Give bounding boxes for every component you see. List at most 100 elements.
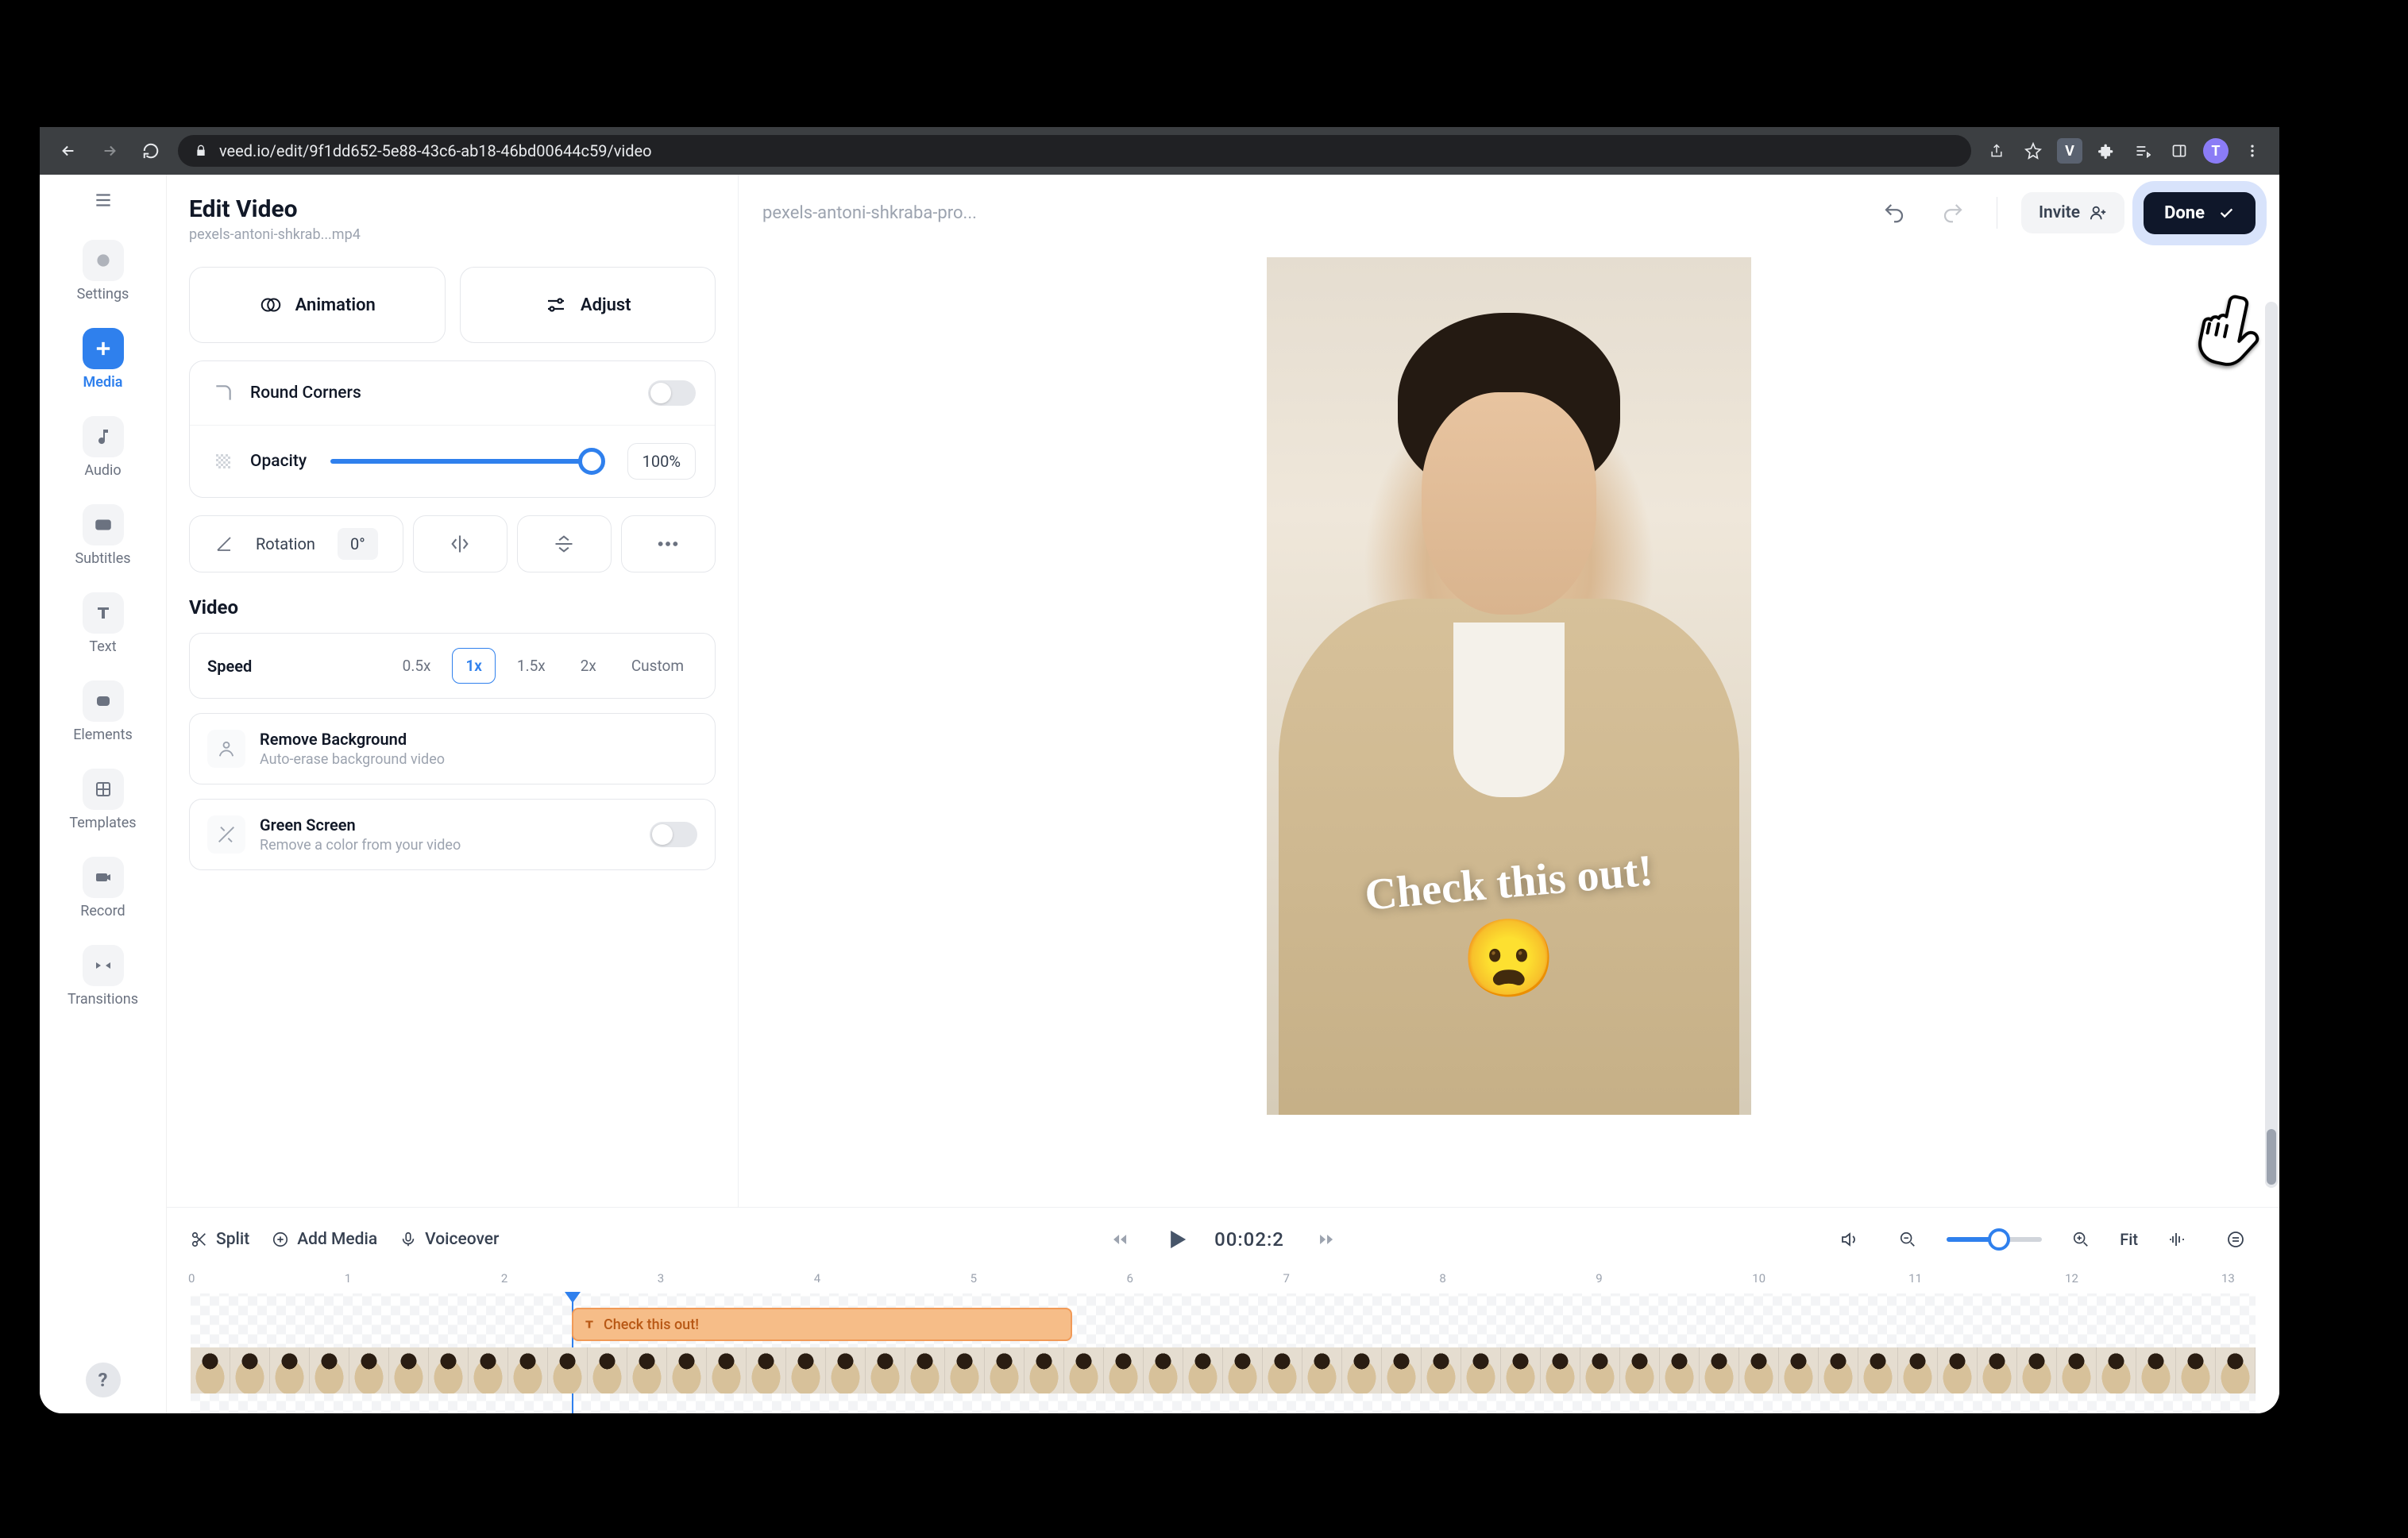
sidebar-item-elements[interactable]: Elements [40,676,166,753]
sidebar-item-templates[interactable]: Templates [40,764,166,841]
zoom-slider[interactable] [1947,1237,2042,1242]
video-preview[interactable]: Check this out! 😦 [1267,257,1751,1115]
video-thumb [1382,1347,1422,1393]
video-thumb [1819,1347,1858,1393]
canvas[interactable]: Check this out! 😦 [739,251,2279,1207]
text-clip[interactable]: Check this out! [572,1308,1072,1341]
video-thumb [1302,1347,1342,1393]
speed-row: Speed 0.5x 1x 1.5x 2x Custom [189,633,716,699]
flip-horizontal-button[interactable] [413,515,507,572]
rotation-field[interactable]: Rotation 0° [189,515,403,572]
prev-frame-button[interactable] [1100,1220,1140,1259]
scrollbar[interactable] [2265,302,2278,1188]
gear-faded-icon [83,240,124,281]
speed-opt-custom[interactable]: Custom [618,648,697,684]
browser-chrome: veed.io/edit/9f1dd652-5e88-43c6-ab18-46b… [40,127,2279,175]
video-thumb [1541,1347,1580,1393]
video-thumb [1620,1347,1660,1393]
volume-button[interactable] [1829,1220,1869,1259]
timecode: 00:02:2 [1214,1228,1284,1251]
round-corners-toggle[interactable] [648,380,696,406]
timeline-settings-button[interactable] [2216,1220,2256,1259]
video-thumb [667,1347,707,1393]
timeline-tracks[interactable]: Check this out! [191,1293,2256,1413]
bookmark-icon[interactable] [2020,138,2046,164]
share-icon[interactable] [1984,138,2009,164]
more-button[interactable] [621,515,716,572]
ruler-tick: 6 [1127,1271,1133,1286]
undo-button[interactable] [1874,193,1914,233]
split-button[interactable]: Split [191,1230,249,1249]
sidebar-item-subtitles[interactable]: Subtitles [40,499,166,576]
reload-button[interactable] [137,137,165,165]
extensions-icon[interactable] [2093,138,2119,164]
plus-circle-icon [272,1231,289,1248]
sidebar-item-record[interactable]: Record [40,852,166,929]
done-button[interactable]: Done [2144,192,2256,234]
profile-avatar[interactable]: T [2203,138,2229,164]
video-thumb [2176,1347,2216,1393]
video-thumb [905,1347,945,1393]
play-button[interactable] [1162,1224,1192,1255]
adjust-button[interactable]: Adjust [460,267,716,343]
opacity-icon [209,447,237,476]
properties-panel: Edit Video pexels-antoni-shkrab...mp4 An… [167,175,739,1207]
forward-button[interactable] [95,137,124,165]
animation-icon [259,293,283,317]
video-thumb [2136,1347,2176,1393]
video-thumb [1263,1347,1302,1393]
sidebar-item-audio[interactable]: Audio [40,411,166,488]
panel-icon[interactable] [2167,138,2192,164]
waveform-button[interactable] [2157,1220,2197,1259]
sidebar-item-text[interactable]: Text [40,588,166,665]
sidebar-item-transitions[interactable]: Transitions [40,940,166,1017]
speed-opt-2x[interactable]: 2x [567,648,610,684]
sidebar-item-settings[interactable]: Settings [40,235,166,312]
video-thumb [1501,1347,1541,1393]
redo-button[interactable] [1933,193,1973,233]
playlist-icon[interactable] [2130,138,2155,164]
video-thumb [429,1347,469,1393]
ruler-tick: 8 [1439,1271,1445,1286]
video-thumb [866,1347,905,1393]
speed-opt-1x[interactable]: 1x [452,648,495,684]
help-button[interactable]: ? [86,1363,121,1397]
music-note-icon [83,416,124,457]
video-thumb [1580,1347,1620,1393]
project-title[interactable]: pexels-antoni-shkraba-pro... [762,203,1855,223]
animation-button[interactable]: Animation [189,267,446,343]
opacity-value[interactable]: 100% [627,443,696,480]
invite-button[interactable]: Invite [2021,192,2124,233]
ruler-tick: 0 [188,1271,195,1286]
video-thumb [1461,1347,1501,1393]
preview-area: pexels-antoni-shkraba-pro... Invite Done [739,175,2279,1207]
scissors-icon [191,1231,208,1248]
flip-vertical-button[interactable] [517,515,612,572]
add-media-button[interactable]: Add Media [272,1230,377,1249]
url-bar[interactable]: veed.io/edit/9f1dd652-5e88-43c6-ab18-46b… [178,135,1971,167]
speed-opt-0.5x[interactable]: 0.5x [389,648,445,684]
voiceover-button[interactable]: Voiceover [399,1230,499,1249]
hamburger-icon[interactable] [89,186,118,214]
remove-background-card[interactable]: Remove Background Auto-erase background … [189,713,716,784]
back-button[interactable] [54,137,83,165]
text-icon [83,592,124,634]
video-thumb [1700,1347,1739,1393]
video-track[interactable] [191,1347,2256,1393]
extension-veed[interactable]: V [2057,138,2082,164]
kebab-icon[interactable] [2240,138,2265,164]
speed-opt-1.5x[interactable]: 1.5x [504,648,559,684]
video-thumb [1898,1347,1938,1393]
zoom-in-button[interactable] [2061,1220,2101,1259]
green-screen-toggle[interactable] [650,822,697,847]
overlay-emoji[interactable]: 😦 [1461,915,1557,1004]
opacity-slider[interactable] [330,459,603,464]
zoom-out-button[interactable] [1888,1220,1928,1259]
sidebar-item-media[interactable]: Media [40,323,166,400]
video-thumb [1858,1347,1898,1393]
timeline-ruler[interactable]: 012345678910111213 [191,1271,2256,1293]
fit-label[interactable]: Fit [2120,1230,2138,1249]
green-screen-icon [207,815,245,854]
next-frame-button[interactable] [1306,1220,1346,1259]
panel-title: Edit Video [189,195,716,223]
